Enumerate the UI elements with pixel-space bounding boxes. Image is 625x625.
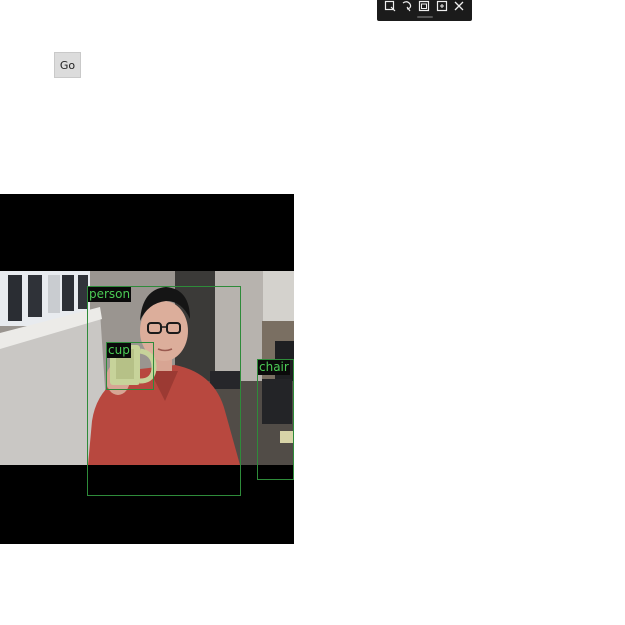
detection-box-chair: chair <box>257 359 294 480</box>
detection-label-person: person <box>88 287 132 302</box>
detection-label-cup: cup <box>107 343 131 358</box>
page: Go person cup chair <box>0 0 625 625</box>
toolbar-grip[interactable] <box>416 16 433 18</box>
go-button[interactable]: Go <box>54 52 81 78</box>
detection-box-person: person <box>87 286 241 496</box>
close-icon[interactable] <box>452 0 466 13</box>
rect-snip-icon[interactable] <box>383 0 397 13</box>
detection-box-cup: cup <box>106 342 154 390</box>
detection-canvas: person cup chair <box>0 194 294 544</box>
detection-label-chair: chair <box>258 360 290 375</box>
freeform-snip-icon[interactable] <box>400 0 414 13</box>
fullscreen-snip-icon[interactable] <box>435 0 449 13</box>
snip-toolbar <box>377 0 472 21</box>
window-snip-icon[interactable] <box>417 0 431 13</box>
